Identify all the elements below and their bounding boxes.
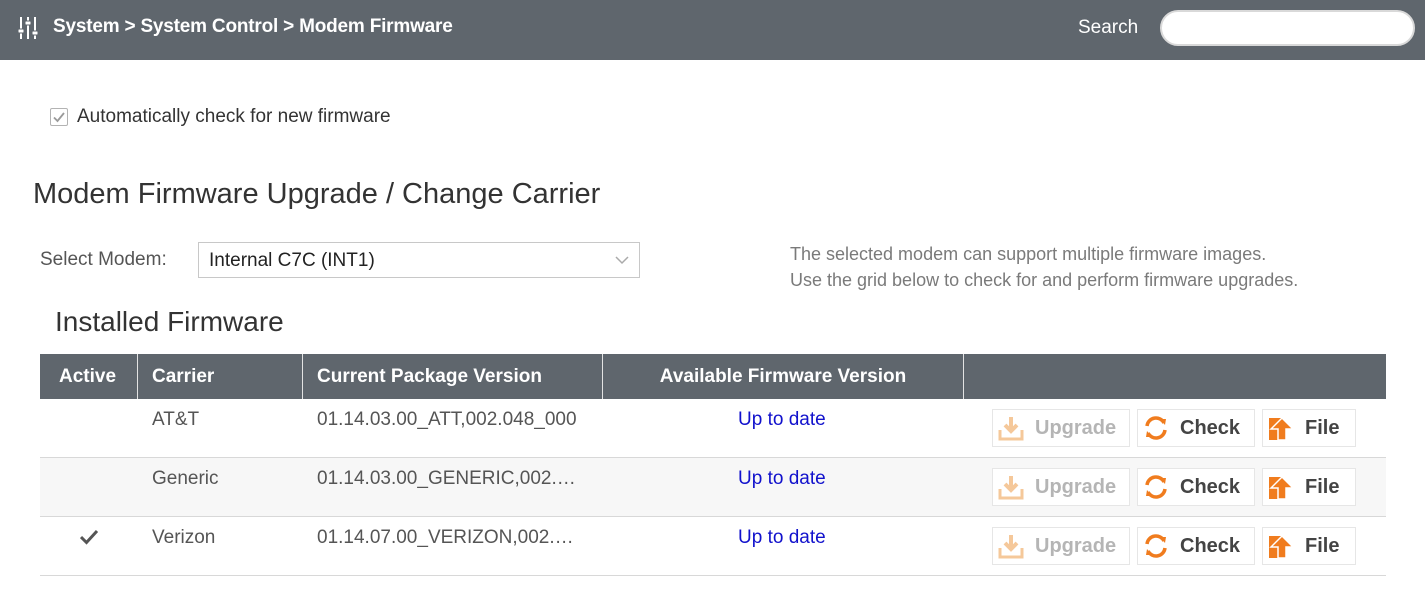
select-modem-label: Select Modem: (40, 249, 167, 270)
refresh-icon (1142, 532, 1170, 560)
refresh-icon (1142, 414, 1170, 442)
available-version-link[interactable]: Up to date (738, 468, 826, 490)
upgrade-label: Upgrade (1035, 534, 1117, 557)
upload-icon (1267, 473, 1295, 501)
check-label: Check (1180, 416, 1241, 439)
carrier-cell: Generic (152, 468, 219, 489)
sliders-icon[interactable] (17, 16, 39, 40)
carrier-cell: Verizon (152, 527, 216, 548)
carrier-cell: AT&T (152, 409, 200, 430)
refresh-icon (1142, 473, 1170, 501)
file-label: File (1305, 534, 1340, 557)
installed-firmware-title: Installed Firmware (55, 306, 284, 337)
file-label: File (1305, 475, 1340, 498)
version-cell: 01.14.07.00_VERIZON,002.… (317, 527, 574, 548)
firmware-grid: Active Carrier Current Package Version A… (40, 354, 1386, 576)
available-version-link[interactable]: Up to date (738, 409, 826, 431)
check-button[interactable]: Check (1137, 527, 1255, 565)
column-header-current-version[interactable]: Current Package Version (303, 354, 603, 399)
info-line-2: Use the grid below to check for and perf… (790, 270, 1299, 290)
auto-check-label: Automatically check for new firmware (77, 106, 391, 127)
upgrade-button[interactable]: Upgrade (992, 409, 1130, 447)
upgrade-label: Upgrade (1035, 475, 1117, 498)
file-button[interactable]: File (1262, 468, 1356, 506)
section-title: Modem Firmware Upgrade / Change Carrier (33, 178, 601, 210)
upgrade-label: Upgrade (1035, 416, 1117, 439)
column-header-carrier[interactable]: Carrier (138, 354, 303, 399)
file-button[interactable]: File (1262, 409, 1356, 447)
search-input[interactable] (1160, 10, 1415, 46)
active-check-icon (79, 529, 99, 551)
upload-icon (1267, 532, 1295, 560)
download-icon (997, 473, 1025, 501)
check-button[interactable]: Check (1137, 409, 1255, 447)
version-cell: 01.14.03.00_GENERIC,002.… (317, 468, 576, 489)
select-modem-dropdown[interactable]: Internal C7C (INT1) (198, 242, 640, 278)
auto-check-checkbox[interactable] (50, 108, 68, 126)
search-label: Search (1078, 17, 1139, 38)
column-header-actions (964, 354, 1386, 399)
auto-check-option[interactable]: Automatically check for new firmware (50, 106, 391, 128)
check-button[interactable]: Check (1137, 468, 1255, 506)
grid-header: Active Carrier Current Package Version A… (40, 354, 1386, 399)
upgrade-button[interactable]: Upgrade (992, 527, 1130, 565)
column-header-active[interactable]: Active (40, 354, 138, 399)
chevron-down-icon (615, 253, 629, 272)
column-header-available-version[interactable]: Available Firmware Version (603, 354, 964, 399)
breadcrumb: System > System Control > Modem Firmware (53, 16, 453, 37)
file-button[interactable]: File (1262, 527, 1356, 565)
top-bar: System > System Control > Modem Firmware… (0, 0, 1425, 60)
check-label: Check (1180, 475, 1241, 498)
table-row: Verizon 01.14.07.00_VERIZON,002.… Up to … (40, 517, 1386, 576)
upgrade-button[interactable]: Upgrade (992, 468, 1130, 506)
upload-icon (1267, 414, 1295, 442)
table-row: AT&T 01.14.03.00_ATT,002.048_000 Up to d… (40, 399, 1386, 458)
table-row: Generic 01.14.03.00_GENERIC,002.… Up to … (40, 458, 1386, 517)
download-icon (997, 414, 1025, 442)
file-label: File (1305, 416, 1340, 439)
download-icon (997, 532, 1025, 560)
select-modem-value: Internal C7C (INT1) (209, 250, 375, 271)
version-cell: 01.14.03.00_ATT,002.048_000 (317, 409, 577, 430)
info-text: The selected modem can support multiple … (790, 241, 1298, 293)
info-line-1: The selected modem can support multiple … (790, 244, 1267, 264)
check-label: Check (1180, 534, 1241, 557)
available-version-link[interactable]: Up to date (738, 527, 826, 549)
checkmark-icon (53, 112, 65, 123)
